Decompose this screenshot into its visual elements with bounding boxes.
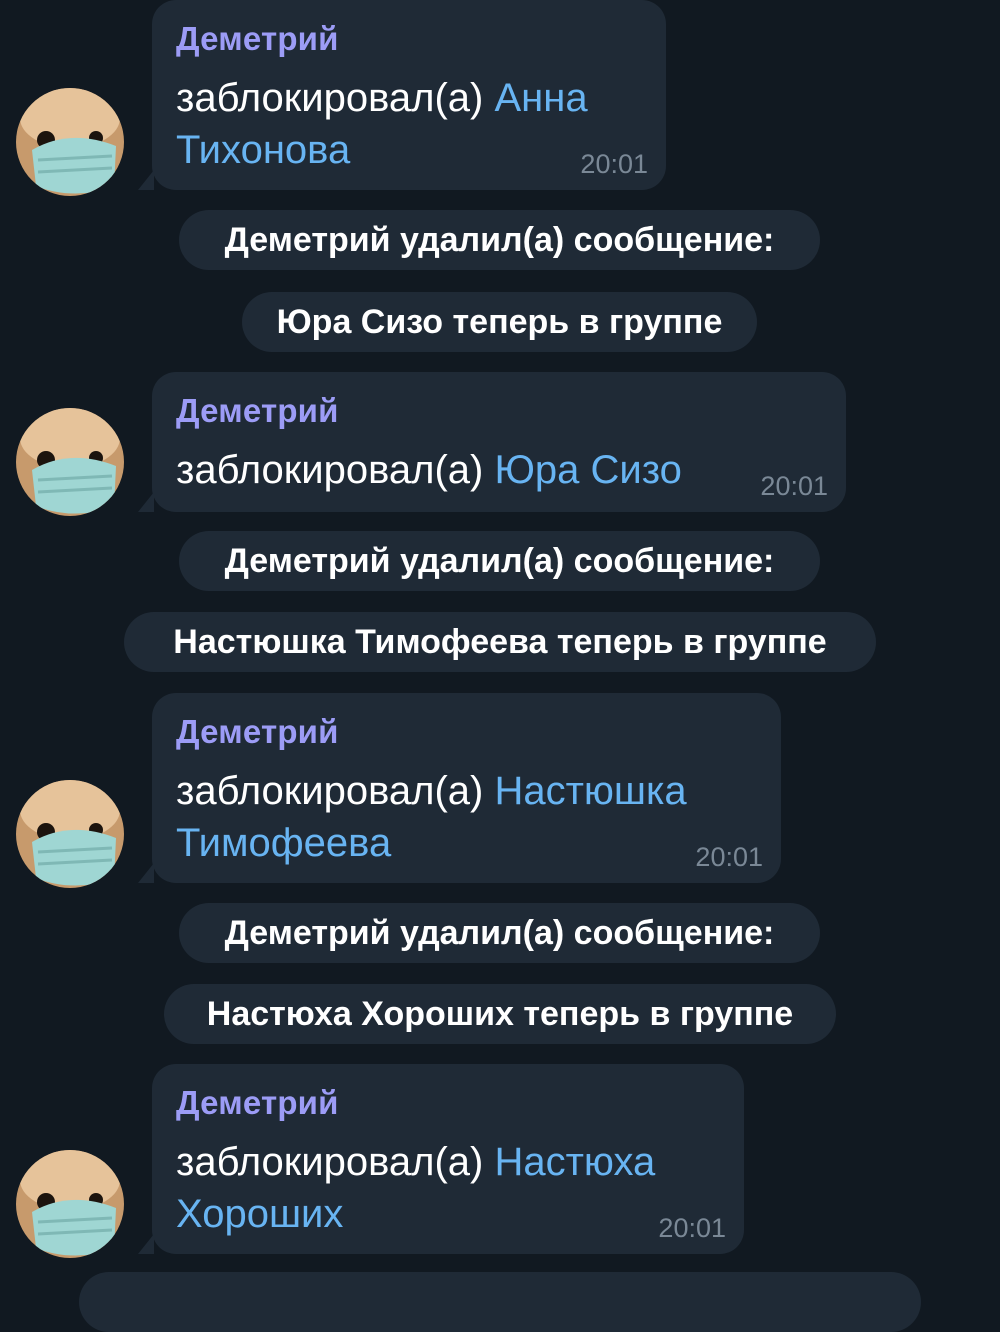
action-text: заблокировал(а) [176, 76, 484, 120]
bubble-tail [138, 863, 154, 883]
sender-avatar[interactable] [16, 780, 124, 888]
message-text: заблокировал(а) Юра Сизо [176, 444, 682, 496]
message-text: заблокировал(а) Анна Тихонова [176, 72, 588, 176]
user-link[interactable]: Настюшка [494, 769, 686, 813]
message-time: 20:01 [695, 842, 763, 872]
sender-avatar[interactable] [16, 408, 124, 516]
sender-name[interactable]: Деметрий [176, 20, 339, 58]
user-link[interactable]: Настюха [494, 1140, 655, 1184]
cat-avatar-icon [16, 780, 124, 888]
user-link[interactable]: Юра Сизо [494, 448, 681, 492]
user-link[interactable]: Анна [494, 76, 587, 120]
sender-avatar[interactable] [16, 88, 124, 196]
service-message: Настюха Хороших теперь в группе [164, 984, 836, 1044]
service-message: Настюшка Тимофеева теперь в группе [124, 612, 876, 672]
cat-avatar-icon [16, 408, 124, 516]
bubble-tail [138, 170, 154, 190]
message-time: 20:01 [580, 149, 648, 179]
sender-name[interactable]: Деметрий [176, 1084, 339, 1122]
sender-name[interactable]: Деметрий [176, 713, 339, 751]
service-message: Юра Сизо теперь в группе [242, 292, 757, 352]
user-link[interactable]: Тимофеева [176, 821, 391, 865]
service-message: Деметрий удалил(а) сообщение: [179, 531, 820, 591]
service-message-partial [79, 1272, 921, 1332]
message-bubble[interactable]: Деметрий заблокировал(а) Настюха Хороших… [138, 1064, 744, 1254]
action-text: заблокировал(а) [176, 1140, 484, 1184]
cat-avatar-icon [16, 1150, 124, 1258]
message-bubble[interactable]: Деметрий заблокировал(а) Анна Тихонова 2… [138, 0, 666, 190]
action-text: заблокировал(а) [176, 448, 484, 492]
cat-avatar-icon [16, 88, 124, 196]
service-message: Деметрий удалил(а) сообщение: [179, 903, 820, 963]
message-bubble[interactable]: Деметрий заблокировал(а) Настюшка Тимофе… [138, 693, 781, 883]
message-time: 20:01 [658, 1213, 726, 1243]
sender-avatar[interactable] [16, 1150, 124, 1258]
user-link[interactable]: Хороших [176, 1192, 343, 1236]
sender-name[interactable]: Деметрий [176, 392, 339, 430]
bubble-tail [138, 1234, 154, 1254]
service-message: Деметрий удалил(а) сообщение: [179, 210, 820, 270]
message-bubble[interactable]: Деметрий заблокировал(а) Юра Сизо 20:01 [138, 372, 846, 512]
message-text: заблокировал(а) Настюшка Тимофеева [176, 765, 687, 869]
user-link[interactable]: Тихонова [176, 128, 350, 172]
message-time: 20:01 [760, 471, 828, 501]
message-text: заблокировал(а) Настюха Хороших [176, 1136, 655, 1240]
bubble-tail [138, 492, 154, 512]
action-text: заблокировал(а) [176, 769, 484, 813]
